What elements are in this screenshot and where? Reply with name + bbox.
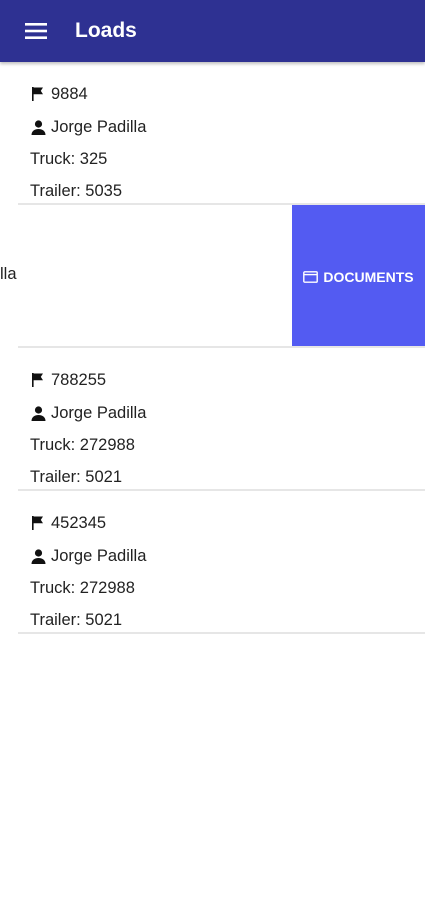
menu-button[interactable] [10, 0, 62, 62]
driver-name-partial: lla [0, 265, 17, 283]
flag-icon [30, 515, 46, 531]
loads-list: 9884 Jorge Padilla Truck: 325 Trailer: 5… [0, 62, 425, 634]
person-icon [30, 548, 46, 564]
hamburger-menu-icon [25, 23, 47, 39]
load-id: 788255 [51, 370, 107, 389]
load-id: 452345 [51, 513, 107, 532]
app-bar: Loads [0, 0, 425, 62]
driver-name: Jorge Padilla [51, 117, 147, 136]
driver-line: Jorge Padilla [30, 402, 146, 424]
swiped-content[interactable]: lla [0, 205, 292, 348]
documents-button[interactable]: DOCUMENTS [292, 205, 425, 348]
trailer-text: Trailer: 5021 [30, 610, 123, 629]
flag-icon [30, 86, 46, 102]
driver-name: Jorge Padilla [51, 403, 147, 422]
load-card[interactable]: 788255 Jorge Padilla Truck: 272988 Trail… [0, 348, 425, 491]
driver-name: Jorge Padilla [51, 546, 147, 565]
load-id-line: 452345 [30, 512, 106, 534]
load-id-line: 9884 [30, 83, 88, 105]
driver-line: Jorge Padilla [30, 545, 146, 567]
truck-text: Truck: 325 [30, 149, 108, 168]
truck-text: Truck: 272988 [30, 435, 135, 454]
row-divider [18, 632, 425, 634]
load-id-line: 788255 [30, 369, 106, 391]
trailer-text: Trailer: 5035 [30, 181, 123, 200]
driver-line: Jorge Padilla [30, 116, 146, 138]
trailer-text: Trailer: 5021 [30, 467, 123, 486]
load-card[interactable]: 9884 Jorge Padilla Truck: 325 Trailer: 5… [0, 62, 425, 205]
load-id: 9884 [51, 84, 88, 103]
load-card-swiped[interactable]: lla DOCUMENTS [0, 205, 425, 348]
person-icon [30, 405, 46, 421]
page-title: Loads [75, 19, 137, 42]
flag-icon [30, 372, 46, 388]
documents-label: DOCUMENTS [323, 268, 414, 285]
truck-text: Truck: 272988 [30, 578, 135, 597]
load-card[interactable]: 452345 Jorge Padilla Truck: 272988 Trail… [0, 491, 425, 634]
person-icon [30, 119, 46, 135]
folder-icon [303, 270, 319, 284]
